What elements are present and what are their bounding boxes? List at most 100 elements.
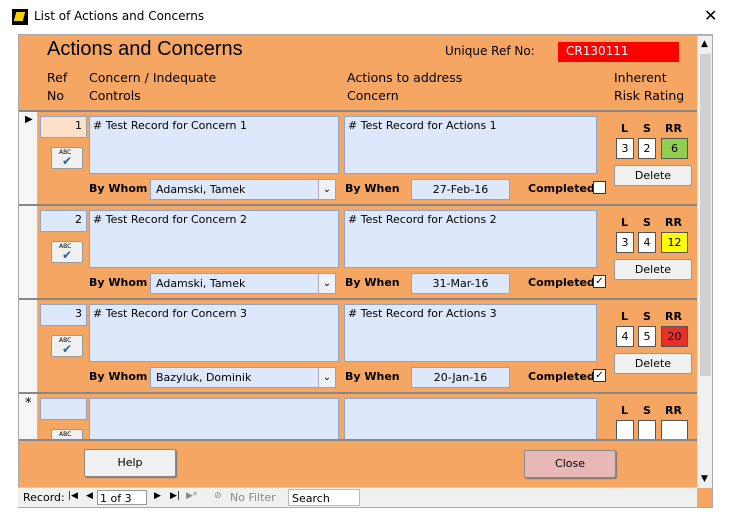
completed-checkbox[interactable] [593, 181, 606, 194]
by-when-field[interactable]: 27-Feb-16 [411, 179, 510, 200]
by-when-field[interactable]: 20-Jan-16 [411, 367, 510, 388]
col-header-action: Actions to address Concern [347, 70, 463, 103]
close-button[interactable]: Close [524, 450, 616, 478]
l-label: L [621, 216, 629, 229]
col-header-ref: Ref No [47, 70, 68, 103]
first-record-icon[interactable]: |◀ [68, 491, 78, 501]
completed-label: Completed [528, 182, 595, 195]
l-label: L [621, 404, 629, 417]
by-whom-combo[interactable]: Adamski, Tamek ⌄ [150, 179, 336, 200]
completed-checkbox[interactable]: ✓ [593, 275, 606, 288]
concern-field[interactable]: # Test Record for Concern 3 [89, 304, 339, 362]
search-input[interactable]: Search [288, 489, 360, 506]
severity-field[interactable]: 5 [638, 326, 656, 347]
spell-check-button[interactable]: ABC✔ [51, 335, 83, 357]
risk-rating-field: 20 [661, 326, 688, 347]
form-window: Actions and Concerns Unique Ref No: CR13… [18, 34, 713, 508]
record-position-field[interactable]: 1 of 3 [97, 490, 147, 505]
by-when-field[interactable]: 31-Mar-16 [411, 273, 510, 294]
scroll-up-icon[interactable]: ▲ [701, 39, 708, 49]
previous-record-icon[interactable]: ◀ [86, 491, 93, 501]
s-label: S [643, 216, 651, 229]
ref-no-field[interactable]: 1 [40, 116, 87, 138]
risk-rating-field: 12 [661, 232, 688, 253]
close-window-icon[interactable]: ✕ [704, 6, 717, 25]
action-field[interactable] [344, 398, 597, 441]
s-label: S [643, 122, 651, 135]
record-row: ▶ 1 ABC ✔ # Test Record for Concern 1 # T… [19, 110, 697, 204]
record-selector[interactable] [19, 206, 38, 298]
chevron-down-icon[interactable]: ⌄ [318, 180, 335, 199]
unique-ref-value[interactable]: CR130111 [558, 42, 679, 62]
action-field[interactable]: # Test Record for Actions 2 [344, 210, 597, 268]
likelihood-field[interactable]: 3 [616, 138, 634, 159]
vertical-scrollbar[interactable]: ▲ ▼ [697, 36, 712, 488]
likelihood-field[interactable] [616, 420, 634, 441]
new-record-row: * ABC✔ L S RR [19, 392, 697, 441]
s-label: S [643, 404, 651, 417]
app-icon [12, 9, 28, 25]
completed-label: Completed [528, 276, 595, 289]
risk-rating-field: 6 [661, 138, 688, 159]
severity-field[interactable] [638, 420, 656, 441]
scroll-down-icon[interactable]: ▼ [701, 474, 708, 484]
record-selector[interactable]: * [19, 394, 38, 441]
ref-no-field[interactable]: 2 [40, 210, 87, 232]
likelihood-field[interactable]: 4 [616, 326, 634, 347]
ref-no-field[interactable] [40, 398, 87, 420]
title-bar: List of Actions and Concerns ✕ [0, 0, 731, 34]
likelihood-field[interactable]: 3 [616, 232, 634, 253]
delete-button[interactable]: Delete [614, 353, 692, 374]
col-header-concern: Concern / Indequate Controls [89, 70, 217, 103]
rr-label: RR [665, 216, 682, 229]
last-record-icon[interactable]: ▶| [170, 491, 180, 501]
severity-field[interactable]: 2 [638, 138, 656, 159]
record-label: Record: [23, 491, 65, 504]
spell-check-button[interactable]: ABC✔ [51, 147, 83, 169]
rr-label: RR [665, 310, 682, 323]
l-label: L [621, 122, 629, 135]
footer-divider [19, 439, 697, 441]
by-when-label: By When [345, 370, 400, 383]
l-label: L [621, 310, 629, 323]
window-title: List of Actions and Concerns [34, 9, 205, 23]
completed-label: Completed [528, 370, 595, 383]
action-field[interactable]: # Test Record for Actions 1 [344, 116, 597, 174]
concern-field[interactable]: # Test Record for Concern 1 [89, 116, 339, 174]
record-selector[interactable] [19, 300, 38, 392]
help-button[interactable]: Help [84, 449, 176, 477]
by-whom-combo[interactable]: Bazyluk, Dominik ⌄ [150, 367, 336, 388]
spell-check-button[interactable]: ABC✔ [51, 241, 83, 263]
chevron-down-icon[interactable]: ⌄ [318, 368, 335, 387]
concern-field[interactable] [89, 398, 339, 441]
delete-button[interactable]: Delete [614, 259, 692, 280]
delete-button[interactable]: Delete [614, 165, 692, 186]
by-whom-label: By Whom [89, 182, 148, 195]
by-when-label: By When [345, 182, 400, 195]
by-whom-combo[interactable]: Adamski, Tamek ⌄ [150, 273, 336, 294]
col-header-risk: Inherent Risk Rating [614, 70, 685, 103]
record-row: 2 ABC ✔ # Test Record for Concern 2 # Tes… [19, 204, 697, 298]
s-label: S [643, 310, 651, 323]
scroll-thumb[interactable] [700, 54, 711, 376]
record-selector[interactable]: ▶ [19, 112, 38, 204]
form-heading: Actions and Concerns [47, 38, 243, 60]
filter-icon[interactable]: ⊘ [214, 491, 222, 501]
concern-field[interactable]: # Test Record for Concern 2 [89, 210, 339, 268]
no-filter-label[interactable]: No Filter [230, 491, 276, 504]
new-record-icon[interactable]: ▶* [186, 491, 197, 501]
chevron-down-icon[interactable]: ⌄ [318, 274, 335, 293]
ref-no-field[interactable]: 3 [40, 304, 87, 326]
by-whom-label: By Whom [89, 276, 148, 289]
completed-checkbox[interactable]: ✓ [593, 369, 606, 382]
record-navigation-bar: Record: |◀ ◀ 1 of 3 ▶ ▶| ▶* ⊘ No Filter … [18, 487, 697, 507]
risk-rating-field [661, 420, 688, 441]
next-record-icon[interactable]: ▶ [154, 491, 161, 501]
record-row: 3 ABC ✔ # Test Record for Concern 3 # Tes… [19, 298, 697, 392]
rr-label: RR [665, 404, 682, 417]
severity-field[interactable]: 4 [638, 232, 656, 253]
unique-ref-label: Unique Ref No: [445, 44, 535, 58]
by-when-label: By When [345, 276, 400, 289]
by-whom-label: By Whom [89, 370, 148, 383]
action-field[interactable]: # Test Record for Actions 3 [344, 304, 597, 362]
